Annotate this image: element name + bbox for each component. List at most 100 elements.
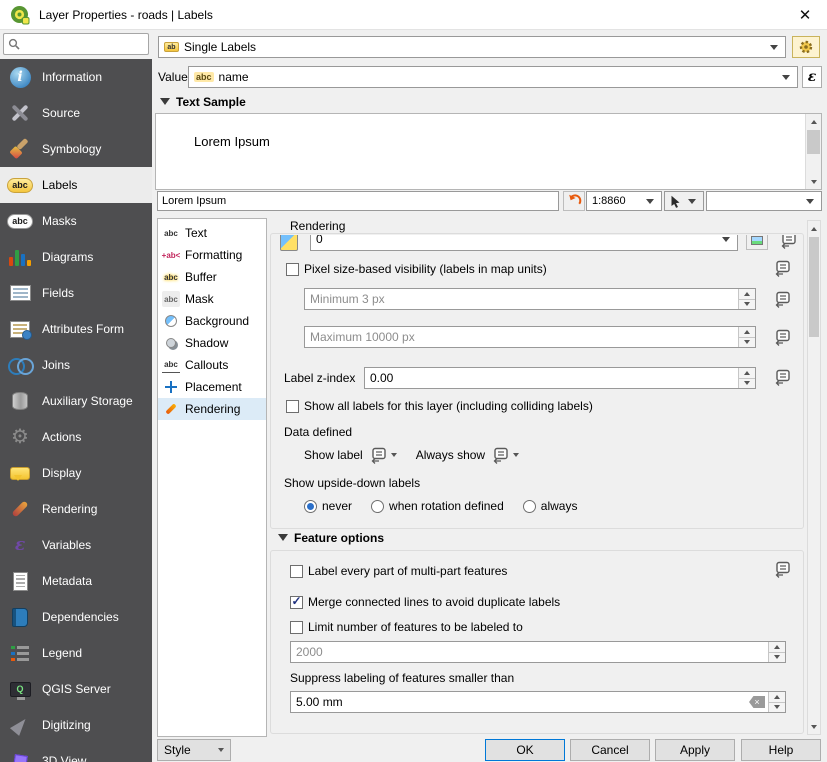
ok-button[interactable]: OK: [485, 739, 565, 761]
scrollbar-thumb[interactable]: [807, 130, 820, 154]
sidebar-item-label: Actions: [42, 430, 81, 444]
sidebar-item-metadata[interactable]: Metadata: [0, 563, 152, 599]
section-collapse-icon[interactable]: [160, 98, 170, 105]
style-menu-button[interactable]: Style: [157, 739, 231, 761]
sidebar-search-box[interactable]: [3, 33, 149, 55]
section-collapse-icon[interactable]: [278, 534, 288, 541]
upside-down-label: Show upside-down labels: [284, 476, 420, 490]
sidebar-item-dependencies[interactable]: Dependencies: [0, 599, 152, 635]
minimum-pixel-size-spinner[interactable]: Minimum 3 px: [304, 288, 756, 310]
minimum-scale-combo[interactable]: 0: [310, 235, 738, 251]
close-button[interactable]: ✕: [793, 4, 817, 26]
sidebar-item-actions[interactable]: ⚙Actions: [0, 419, 152, 455]
masks-icon: abc: [5, 207, 35, 235]
preview-scrollbar[interactable]: [805, 114, 821, 189]
data-defined-override-button[interactable]: [772, 329, 792, 346]
preview-scale-combo[interactable]: 1:8860: [586, 191, 662, 211]
tab-shadow[interactable]: Shadow: [158, 332, 266, 354]
scroll-up-icon[interactable]: [806, 114, 821, 129]
sidebar-item-masks[interactable]: abcMasks: [0, 203, 152, 239]
spinner-arrows[interactable]: [768, 642, 785, 662]
help-button[interactable]: Help: [741, 739, 821, 761]
merge-lines-checkbox[interactable]: [290, 596, 303, 609]
sidebar-item-labels[interactable]: abcLabels: [0, 167, 152, 203]
set-to-canvas-scale-button[interactable]: [746, 235, 768, 250]
sidebar-item-source[interactable]: Source: [0, 95, 152, 131]
apply-button[interactable]: Apply: [655, 739, 735, 761]
preview-background-combo[interactable]: [706, 191, 822, 211]
reset-sample-button[interactable]: [563, 191, 585, 211]
sidebar-item-label: Symbology: [42, 142, 101, 156]
sidebar-item-attributes-form[interactable]: Attributes Form: [0, 311, 152, 347]
tab-placement[interactable]: Placement: [158, 376, 266, 398]
labeling-mode-combo[interactable]: ab Single Labels: [158, 36, 786, 58]
tab-background[interactable]: Background: [158, 310, 266, 332]
text-tab-icon: abc: [162, 225, 180, 241]
data-defined-override-button[interactable]: [772, 369, 792, 386]
sidebar-search-input[interactable]: [24, 38, 144, 50]
suppress-size-spinner[interactable]: 5.00 mm ×: [290, 691, 786, 713]
data-defined-override-button[interactable]: [778, 235, 798, 249]
radio-never[interactable]: [304, 500, 317, 513]
value-field-combo[interactable]: abc name: [188, 66, 798, 88]
map-scale-icon: [280, 235, 298, 251]
sidebar-item-diagrams[interactable]: Diagrams: [0, 239, 152, 275]
sidebar-item-auxiliary-storage[interactable]: Auxiliary Storage: [0, 383, 152, 419]
cancel-button[interactable]: Cancel: [570, 739, 650, 761]
limit-features-checkbox[interactable]: [290, 621, 303, 634]
tab-callouts[interactable]: abcCallouts: [158, 354, 266, 376]
sidebar-nav-list: iInformation Source Symbology abcLabels …: [0, 59, 152, 762]
spinner-arrows[interactable]: [738, 368, 755, 388]
sidebar-item-label: 3D View: [42, 754, 86, 762]
sidebar-item-label: QGIS Server: [42, 682, 111, 696]
sidebar-item-variables[interactable]: εVariables: [0, 527, 152, 563]
sidebar-item-joins[interactable]: Joins: [0, 347, 152, 383]
show-all-labels-checkbox[interactable]: [286, 400, 299, 413]
labels-icon: abc: [5, 171, 35, 199]
scroll-down-icon[interactable]: [808, 719, 820, 734]
spinner-arrows[interactable]: [738, 289, 755, 309]
scroll-down-icon[interactable]: [806, 174, 821, 189]
map-cursor-tool-button[interactable]: [664, 191, 704, 211]
scrollbar-thumb[interactable]: [809, 237, 819, 337]
sidebar-item-qgis-server[interactable]: QQGIS Server: [0, 671, 152, 707]
sidebar-item-information[interactable]: iInformation: [0, 59, 152, 95]
data-defined-override-button[interactable]: [772, 561, 792, 578]
tab-mask[interactable]: abcMask: [158, 288, 266, 310]
radio-when-rotation-defined[interactable]: [371, 500, 384, 513]
sidebar-item-display[interactable]: Display: [0, 455, 152, 491]
sidebar-item-symbology[interactable]: Symbology: [0, 131, 152, 167]
sidebar-item-rendering[interactable]: Rendering: [0, 491, 152, 527]
label-every-part-checkbox[interactable]: [290, 565, 303, 578]
sidebar-item-legend[interactable]: Legend: [0, 635, 152, 671]
data-defined-override-button[interactable]: [772, 260, 792, 277]
rendering-panel: Rendering 0 Pixel size-based visibility …: [270, 218, 806, 737]
pixel-visibility-checkbox[interactable]: [286, 263, 299, 276]
data-defined-override-button[interactable]: [772, 291, 792, 308]
expression-builder-button[interactable]: ε: [802, 66, 822, 88]
spinner-arrows[interactable]: [768, 692, 785, 712]
z-index-spinner[interactable]: 0.00: [364, 367, 756, 389]
sidebar-item-label: Joins: [42, 358, 70, 372]
rendering-panel-scrollbar[interactable]: [807, 220, 821, 735]
data-defined-override-button[interactable]: [368, 447, 388, 464]
sidebar-item-3d-view[interactable]: 3D View: [0, 743, 152, 762]
automated-placement-settings-button[interactable]: [792, 36, 820, 58]
clear-value-icon[interactable]: ×: [749, 696, 765, 708]
rendering-icon: [5, 495, 35, 523]
maximum-pixel-size-spinner[interactable]: Maximum 10000 px: [304, 326, 756, 348]
data-defined-override-button[interactable]: [490, 447, 510, 464]
tab-formatting[interactable]: +ab<Formatting: [158, 244, 266, 266]
tab-label: Formatting: [185, 248, 242, 262]
sample-text-input[interactable]: [157, 191, 559, 211]
tab-rendering[interactable]: Rendering: [158, 398, 266, 420]
limit-features-spinner[interactable]: 2000: [290, 641, 786, 663]
scroll-up-icon[interactable]: [808, 221, 820, 236]
tab-text[interactable]: abcText: [158, 222, 266, 244]
sidebar-item-digitizing[interactable]: Digitizing: [0, 707, 152, 743]
spinner-arrows[interactable]: [738, 327, 755, 347]
sidebar-item-fields[interactable]: Fields: [0, 275, 152, 311]
sidebar-item-label: Diagrams: [42, 250, 93, 264]
radio-always[interactable]: [523, 500, 536, 513]
tab-buffer[interactable]: abcBuffer: [158, 266, 266, 288]
